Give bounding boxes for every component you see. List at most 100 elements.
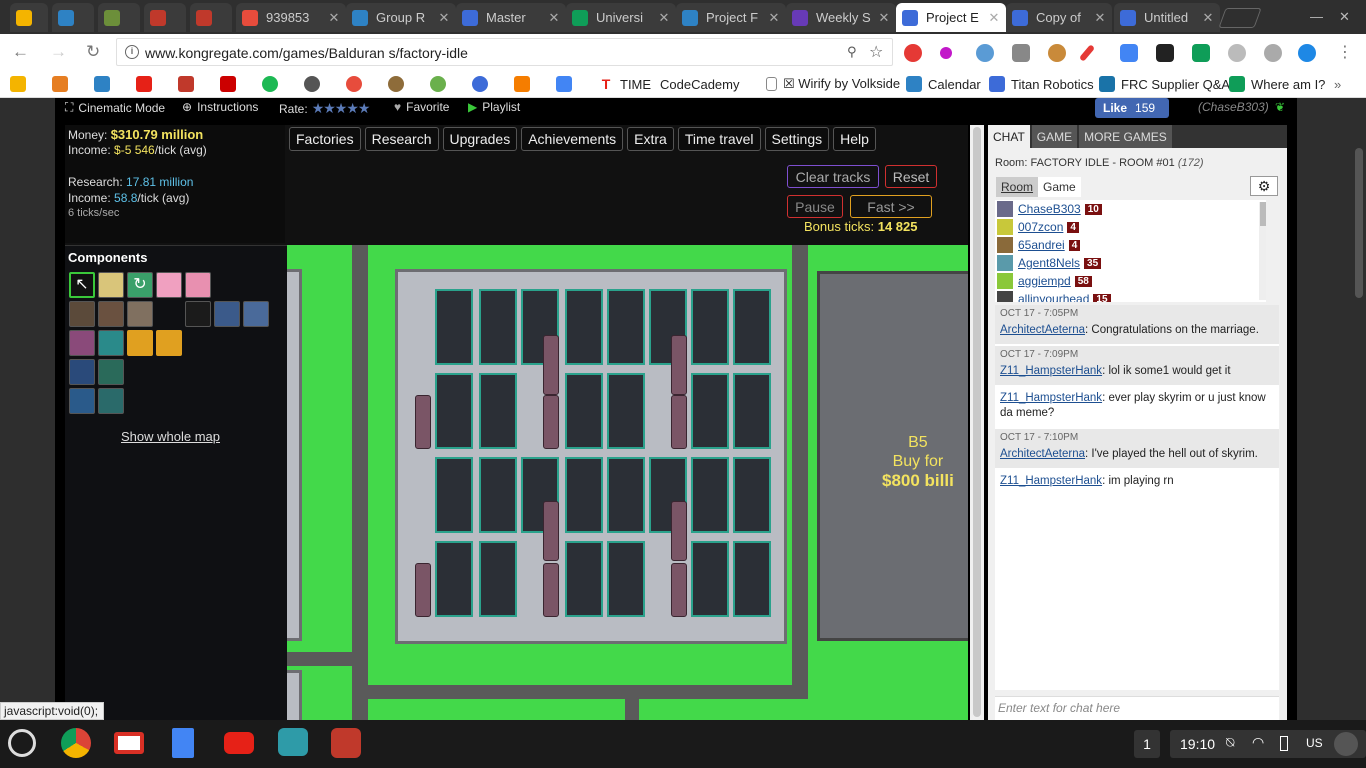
close-window-icon[interactable]: ✕ xyxy=(1339,9,1350,25)
chrome-icon[interactable] xyxy=(61,728,91,758)
playlist-button[interactable]: ▶ Playlist xyxy=(468,100,520,114)
launcher-icon[interactable] xyxy=(8,729,36,757)
conveyor-tool-icon[interactable] xyxy=(98,272,124,298)
user-name[interactable]: Agent8Nels xyxy=(1018,256,1080,270)
bookmark-translate[interactable] xyxy=(556,75,578,93)
game-scrollbar[interactable] xyxy=(970,125,984,720)
info-icon[interactable]: i xyxy=(125,45,139,59)
sorter-tool-icon[interactable] xyxy=(156,272,182,298)
research-cell[interactable] xyxy=(607,457,645,533)
extension-icon[interactable] xyxy=(940,47,952,59)
user-row[interactable]: 65andrei 4 xyxy=(995,236,1266,254)
extension-icon[interactable] xyxy=(1264,44,1282,62)
menu-icon[interactable]: ⋮ xyxy=(1337,42,1353,62)
user-name[interactable]: aggiempd xyxy=(1018,274,1071,288)
research-cell[interactable] xyxy=(565,289,603,365)
page-scrollbar[interactable] xyxy=(1352,98,1366,720)
bookmark-youtube[interactable] xyxy=(136,75,158,93)
bookmark-titan-robotics[interactable]: Titan Robotics xyxy=(989,75,1094,93)
splitter-tool-icon[interactable] xyxy=(185,272,211,298)
chat-input[interactable]: Enter text for chat here xyxy=(995,696,1279,720)
minimize-icon[interactable]: — xyxy=(1310,9,1323,24)
bookmark-8[interactable] xyxy=(304,75,326,93)
bookmark-5[interactable] xyxy=(178,75,200,93)
user-row[interactable]: ChaseB303 10 xyxy=(995,200,1266,218)
tab-untitled[interactable]: Untitled ✕ xyxy=(1114,3,1220,32)
research-cell[interactable] xyxy=(479,457,517,533)
user-row[interactable]: aggiempd 58 xyxy=(995,272,1266,290)
computer-tool-icon[interactable] xyxy=(69,388,95,414)
bookmark-12[interactable] xyxy=(472,75,494,93)
gas-oil-lab-cell[interactable] xyxy=(733,373,771,449)
gas-oil-lab-cell[interactable] xyxy=(691,541,729,617)
bookmark-11[interactable] xyxy=(430,75,452,93)
tab-universi[interactable]: Universi ✕ xyxy=(566,3,676,32)
close-icon[interactable]: ✕ xyxy=(436,10,452,26)
oil-tank[interactable] xyxy=(543,395,559,449)
user-name[interactable]: allinyourhead xyxy=(1018,292,1089,302)
close-icon[interactable]: ✕ xyxy=(1092,10,1108,26)
bookmark-3[interactable] xyxy=(94,75,116,93)
message-user[interactable]: ArchitectAeterna xyxy=(1000,448,1085,460)
gas-oil-lab-cell[interactable] xyxy=(691,373,729,449)
gear-icon[interactable]: ⚙ xyxy=(1250,176,1278,196)
tab-939853[interactable]: 939853 ✕ xyxy=(236,3,346,32)
gas-oil-lab-cell[interactable] xyxy=(607,289,645,365)
bookmark-time[interactable]: T TIME xyxy=(598,75,651,93)
menu-extra[interactable]: Extra xyxy=(627,127,674,151)
research-cell[interactable] xyxy=(733,289,771,365)
bookmark-star-icon[interactable]: ☆ xyxy=(869,42,883,62)
belt-tool-icon[interactable] xyxy=(185,301,211,327)
extension-icon[interactable] xyxy=(1078,44,1096,62)
bookmark-2[interactable] xyxy=(52,75,74,93)
bookmarks-overflow-icon[interactable]: » xyxy=(1334,75,1341,93)
menu-achievements[interactable]: Achievements xyxy=(521,127,624,151)
bookmark-drive[interactable] xyxy=(10,75,32,93)
camera-icon[interactable] xyxy=(278,728,308,756)
bookmark-calendar[interactable]: Calendar xyxy=(906,75,981,93)
fast-button[interactable]: Fast >> xyxy=(850,195,932,218)
research-lab-tool-icon[interactable] xyxy=(98,359,124,385)
scrollbar-thumb[interactable] xyxy=(1355,148,1363,298)
gas-oil-lab-cell[interactable] xyxy=(479,373,517,449)
gas-oil-lab-cell[interactable] xyxy=(435,457,473,533)
gas-lab-tool-icon[interactable] xyxy=(69,359,95,385)
gmail-icon[interactable] xyxy=(114,732,144,754)
pump-tool-icon[interactable] xyxy=(98,330,124,356)
close-icon[interactable]: ✕ xyxy=(326,10,342,26)
bookmark-blogger[interactable] xyxy=(514,75,536,93)
message-user[interactable]: ArchitectAeterna xyxy=(1000,324,1085,336)
pin-icon[interactable]: ⚲ xyxy=(847,44,857,60)
scrollbar-thumb[interactable] xyxy=(1260,202,1266,226)
tab-copy-of[interactable]: Copy of ✕ xyxy=(1006,3,1112,32)
docs-icon[interactable] xyxy=(172,728,194,758)
message-user[interactable]: Z11_HampsterHank xyxy=(1000,365,1102,377)
extension-icon[interactable] xyxy=(1048,44,1066,62)
menu-settings[interactable]: Settings xyxy=(764,127,830,151)
username[interactable]: (ChaseB303) xyxy=(1198,100,1269,114)
crusher-tool-icon[interactable] xyxy=(127,301,153,327)
tab-master[interactable]: Master ✕ xyxy=(456,3,566,32)
oil-tank[interactable] xyxy=(671,395,687,449)
mine-tool-icon[interactable] xyxy=(69,301,95,327)
gas-oil-lab-cell[interactable] xyxy=(435,541,473,617)
menu-time-travel[interactable]: Time travel xyxy=(677,127,761,151)
close-icon[interactable]: ✕ xyxy=(876,10,892,26)
oil-tank[interactable] xyxy=(671,563,687,617)
server-tool-icon[interactable] xyxy=(98,388,124,414)
user-name[interactable]: 007zcon xyxy=(1018,220,1063,234)
research-cell[interactable] xyxy=(479,289,517,365)
buy-factory-label[interactable]: B5 Buy for $800 billi xyxy=(882,433,954,490)
tab-more-games[interactable]: MORE GAMES xyxy=(1079,125,1172,148)
oil-tank[interactable] xyxy=(415,563,431,617)
message-user[interactable]: Z11_HampsterHank xyxy=(1000,475,1102,487)
factory-map[interactable]: B5 Buy for $800 billi xyxy=(287,245,968,720)
extension-icon[interactable] xyxy=(904,44,922,62)
tab-pinned-3[interactable] xyxy=(98,3,140,32)
bookmark-frc[interactable]: FRC Supplier Q&A xyxy=(1099,75,1230,93)
research-cell[interactable] xyxy=(565,457,603,533)
forward-icon[interactable]: → xyxy=(50,42,67,62)
gas-oil-lab-cell[interactable] xyxy=(479,541,517,617)
user-row[interactable]: Agent8Nels 35 xyxy=(995,254,1266,272)
favorite-button[interactable]: ♥ Favorite xyxy=(394,100,449,114)
